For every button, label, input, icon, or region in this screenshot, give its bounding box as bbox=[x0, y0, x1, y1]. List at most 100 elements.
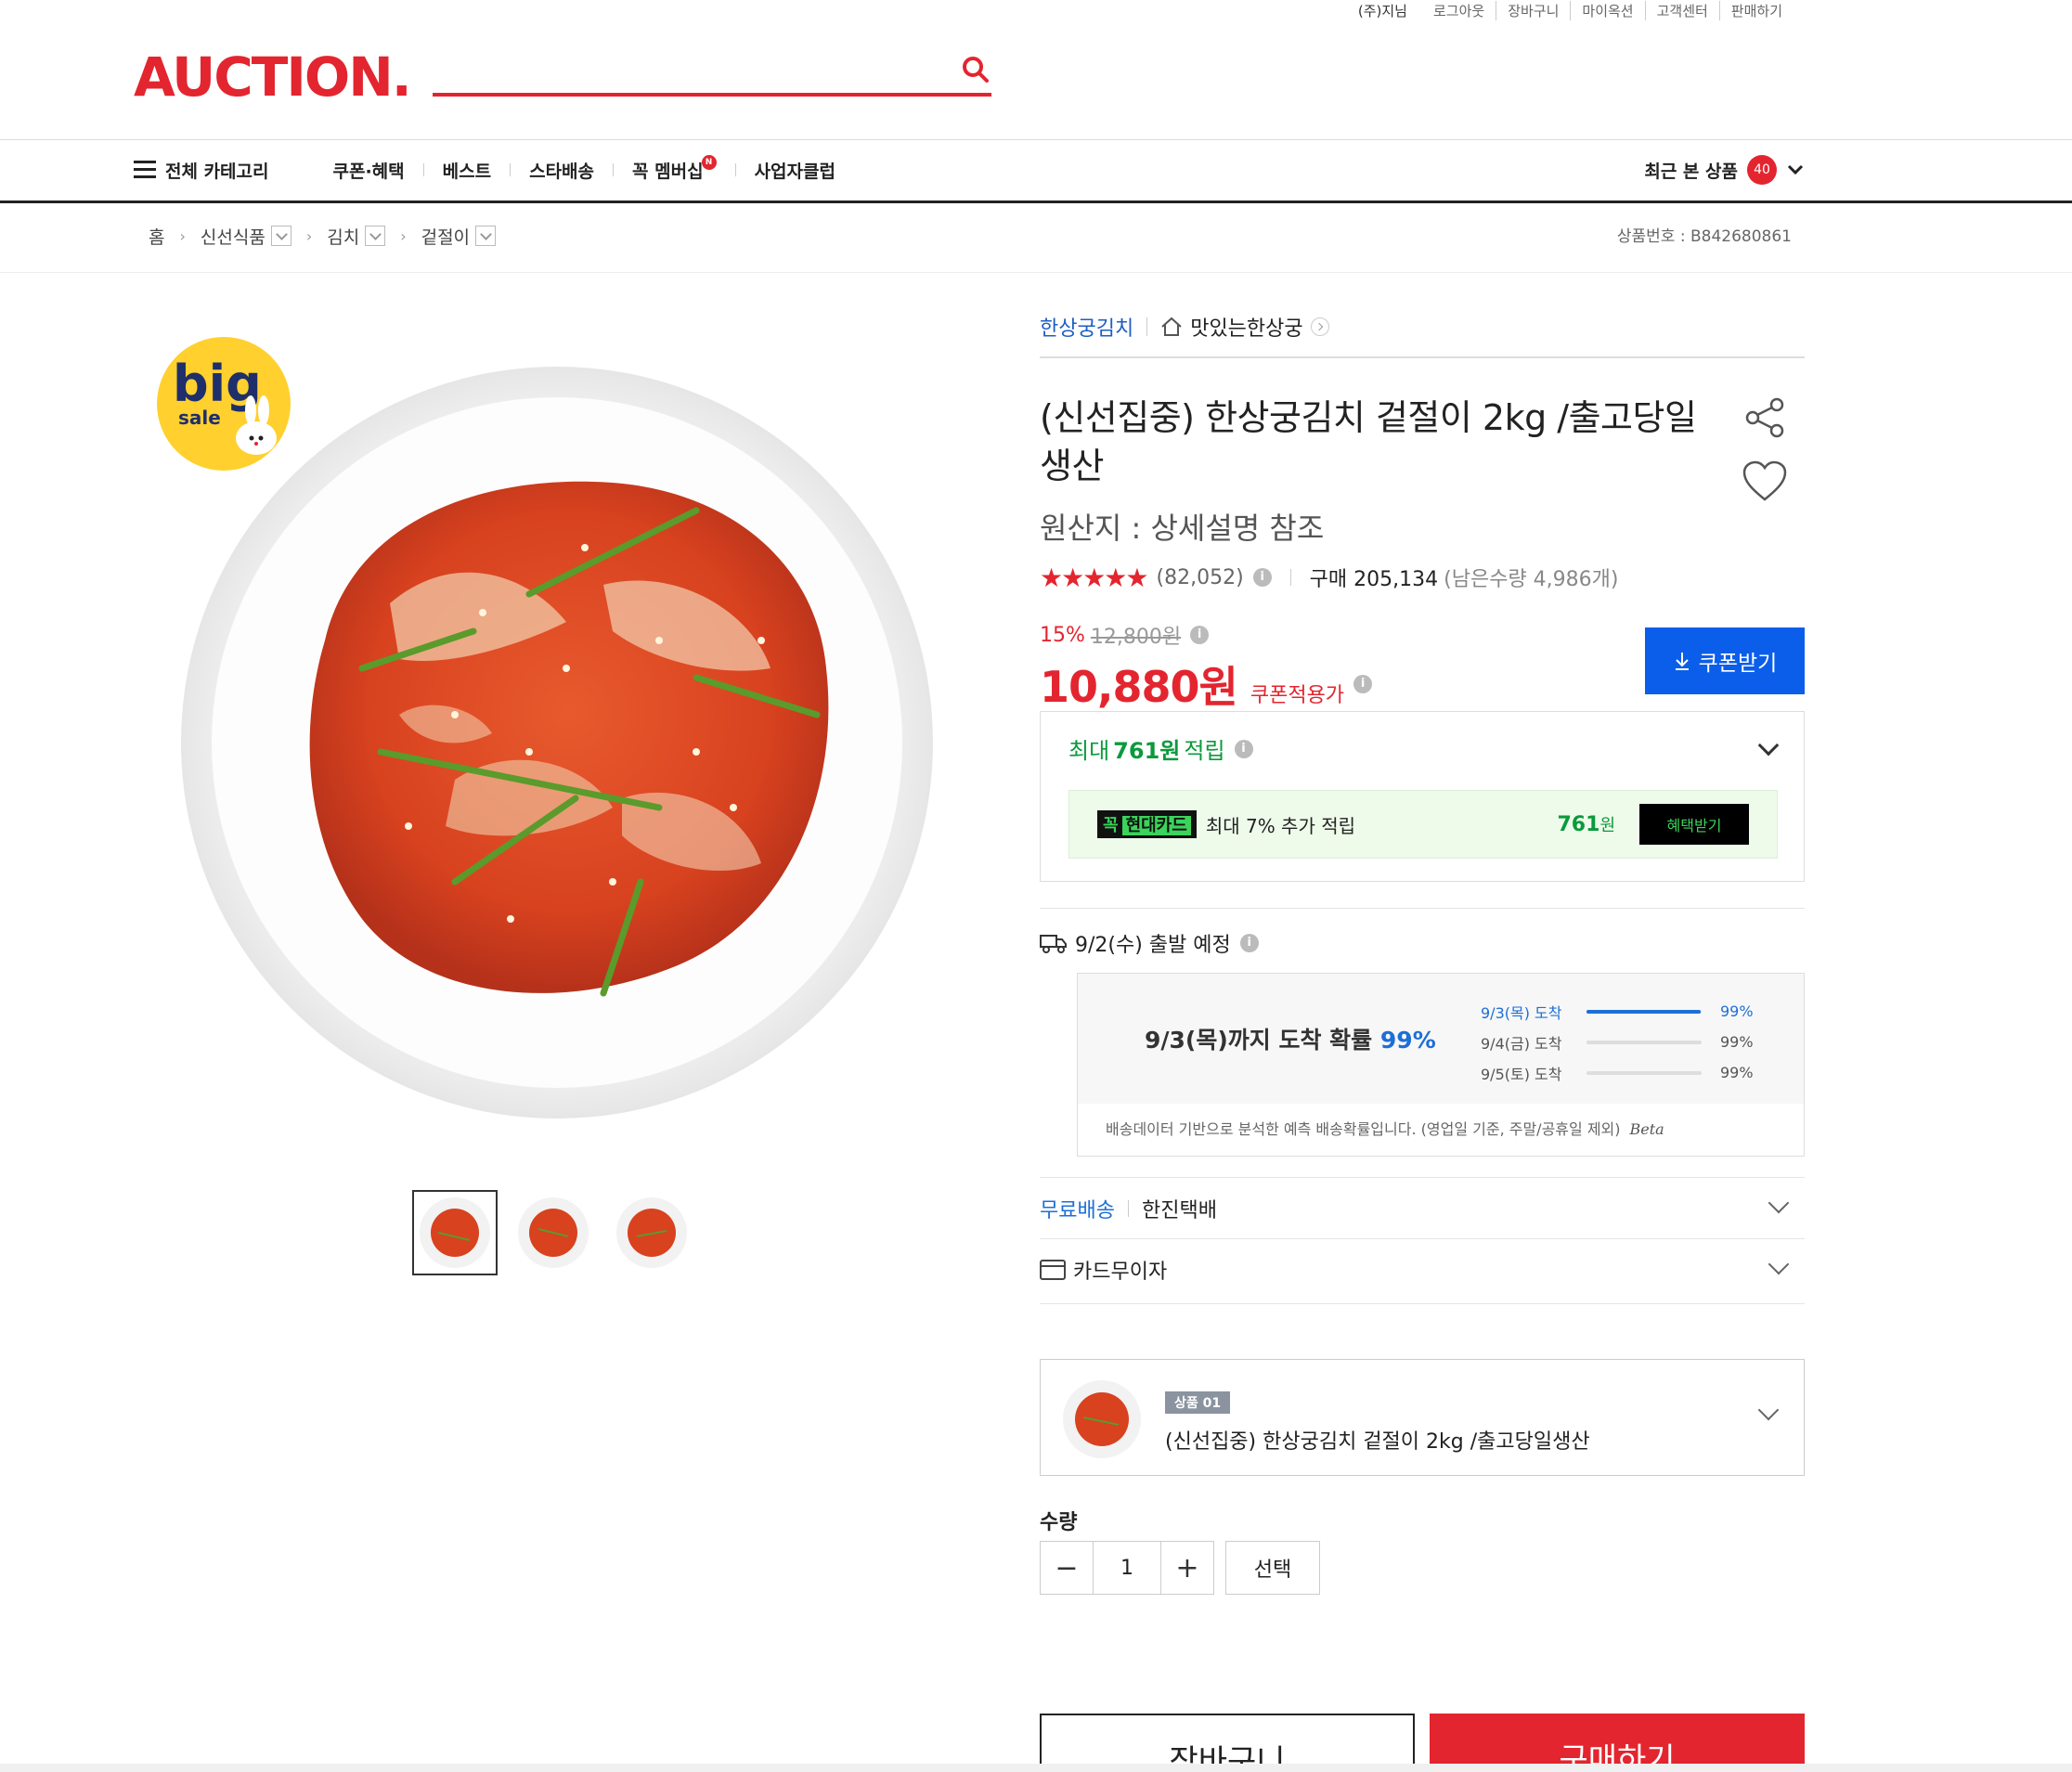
search-input[interactable] bbox=[433, 52, 934, 89]
free-shipping-label: 무료배송 bbox=[1040, 1199, 1115, 1222]
arrival-probability-summary: 9/3(목)까지 도착 확률 99% bbox=[1145, 1022, 1436, 1055]
my-auction-link[interactable]: 마이옥션 bbox=[1570, 0, 1644, 20]
customer-center-link[interactable]: 고객센터 bbox=[1644, 0, 1719, 20]
select-button[interactable]: 선택 bbox=[1225, 1541, 1320, 1595]
points-amount: 761원 bbox=[1113, 738, 1181, 764]
review-count[interactable]: (82,052) bbox=[1157, 566, 1244, 589]
kimchi-thumbnail-image bbox=[616, 1197, 687, 1268]
kimchi-thumbnail-image bbox=[420, 1197, 490, 1268]
arrival-pct: 99% bbox=[1720, 1002, 1754, 1020]
nav-business-club[interactable]: 사업자클럽 bbox=[755, 158, 835, 183]
shipping-row[interactable]: 무료배송 한진택배 bbox=[1040, 1192, 1805, 1223]
card-benefit-amount: 761원 bbox=[1558, 812, 1616, 836]
cart-link[interactable]: 장바구니 bbox=[1496, 0, 1570, 20]
menu-icon bbox=[134, 161, 156, 179]
card-logo-prefix: 꼭 bbox=[1103, 816, 1119, 835]
get-benefit-button[interactable]: 혜택받기 bbox=[1639, 804, 1749, 845]
user-name-link[interactable]: (주)지님 bbox=[1347, 1, 1422, 20]
card-installment-label: 카드무이자 bbox=[1073, 1261, 1168, 1284]
points-box: 최대 761원 적립 i 꼭 현대카드 최대 7% 추가 적립 761원 혜택받기 bbox=[1040, 711, 1805, 882]
logout-link[interactable]: 로그아웃 bbox=[1422, 1, 1496, 20]
probability-bar bbox=[1586, 1070, 1702, 1075]
purchase-count: 구매 205,134 bbox=[1309, 568, 1439, 591]
nav-divider bbox=[613, 163, 615, 176]
probability-value: 99% bbox=[1379, 1027, 1436, 1054]
kimchi-thumbnail-image bbox=[518, 1197, 589, 1268]
card-benefit-row: 꼭 현대카드 최대 7% 추가 적립 761원 혜택받기 bbox=[1068, 790, 1778, 859]
thumbnail-1[interactable] bbox=[412, 1190, 498, 1275]
thumbnail-strip bbox=[412, 1190, 694, 1275]
chevron-right-icon: › bbox=[179, 226, 186, 245]
card-amount-unit: 원 bbox=[1599, 816, 1615, 835]
heart-icon[interactable] bbox=[1742, 460, 1788, 503]
origin-info: 원산지 : 상세설명 참조 bbox=[1040, 511, 1325, 546]
nav-divider-bold bbox=[0, 200, 2072, 203]
all-category-button[interactable]: 전체 카테고리 bbox=[134, 158, 269, 183]
nav-best[interactable]: 베스트 bbox=[443, 158, 491, 183]
breadcrumb-dropdown[interactable] bbox=[475, 226, 497, 246]
truck-icon bbox=[1040, 935, 1067, 953]
points-header[interactable]: 최대 761원 적립 i bbox=[1068, 732, 1253, 765]
product-image[interactable] bbox=[176, 362, 938, 1123]
quantity-stepper: − 1 + 선택 bbox=[1040, 1541, 1320, 1595]
probability-bar bbox=[1586, 1009, 1702, 1014]
rating-row: ★★★★★ (82,052) i 구매 205,134 (남은수량 4,986개… bbox=[1040, 561, 1805, 594]
thumbnail-3[interactable] bbox=[609, 1190, 694, 1275]
thumbnail-2[interactable] bbox=[511, 1190, 596, 1275]
quantity-minus-button[interactable]: − bbox=[1040, 1541, 1094, 1595]
auction-logo[interactable]: AUCTION. bbox=[134, 45, 412, 110]
beta-label: Beta bbox=[1629, 1120, 1664, 1138]
breadcrumb-dropdown[interactable] bbox=[270, 226, 291, 246]
utility-links: (주)지님 로그아웃 장바구니 마이옥션 고객센터 판매하기 bbox=[1347, 0, 1794, 20]
breadcrumb-kimchi[interactable]: 김치 bbox=[327, 224, 359, 249]
nav-star-delivery[interactable]: 스타배송 bbox=[529, 158, 594, 183]
product-info-panel: 한상궁김치 맛있는한상궁 (신선집중) 한상궁김치 겉절이 2kg /출고당일생… bbox=[1040, 306, 1805, 1772]
chevron-right-icon: › bbox=[305, 226, 313, 245]
nav-membership[interactable]: 꼭 멤버십 N bbox=[632, 155, 717, 183]
hyundai-card-logo: 꼭 현대카드 bbox=[1097, 810, 1197, 838]
search-icon[interactable] bbox=[960, 54, 991, 85]
info-icon[interactable]: i bbox=[1239, 934, 1259, 952]
original-price: 12,800원 bbox=[1090, 626, 1182, 649]
info-icon[interactable]: i bbox=[1353, 675, 1373, 693]
chevron-down-icon[interactable] bbox=[1757, 734, 1780, 757]
chevron-down-icon bbox=[1768, 1253, 1790, 1275]
share-icon[interactable] bbox=[1743, 395, 1788, 440]
breadcrumb-divider bbox=[0, 272, 2072, 273]
breadcrumb-fresh-food[interactable]: 신선식품 bbox=[201, 224, 265, 249]
info-icon[interactable]: i bbox=[1190, 626, 1210, 644]
info-icon[interactable]: i bbox=[1252, 568, 1272, 587]
quantity-input[interactable]: 1 bbox=[1094, 1541, 1160, 1595]
discount-percent: 15% bbox=[1040, 623, 1085, 647]
nav-coupon[interactable]: 쿠폰·혜택 bbox=[333, 158, 405, 183]
product-number: 상품번호 : B842680861 bbox=[1616, 227, 1792, 246]
probability-row: 9/3(목) 도착 99% bbox=[1481, 996, 1754, 1027]
bottom-edge bbox=[0, 1764, 2072, 1772]
chevron-down-icon bbox=[1787, 164, 1804, 175]
info-icon[interactable]: i bbox=[1234, 739, 1253, 758]
badge-sale-text: sale bbox=[178, 407, 221, 429]
card-benefit-text: 최대 7% 추가 적립 bbox=[1205, 814, 1356, 837]
departure-row: 9/2(수) 출발 예정 i bbox=[1040, 928, 1259, 958]
selected-option-box[interactable]: 상품 01 (신선집중) 한상궁김치 겉절이 2kg /출고당일생산 bbox=[1040, 1359, 1805, 1476]
store-link[interactable]: 맛있는한상궁 bbox=[1160, 312, 1329, 342]
sell-link[interactable]: 판매하기 bbox=[1718, 0, 1794, 20]
nav-divider bbox=[734, 163, 736, 176]
chevron-right-icon: › bbox=[400, 226, 407, 245]
new-badge: N bbox=[701, 155, 717, 170]
store-name: 맛있는한상궁 bbox=[1190, 317, 1303, 341]
coupon-download-button[interactable]: 쿠폰받기 bbox=[1645, 627, 1805, 694]
global-nav: 전체 카테고리 쿠폰·혜택 베스트 스타배송 꼭 멤버십 N 사업자클럽 bbox=[134, 139, 1805, 200]
all-category-label: 전체 카테고리 bbox=[165, 161, 269, 182]
breadcrumb-home[interactable]: 홈 bbox=[149, 224, 164, 249]
card-installment-row[interactable]: 카드무이자 bbox=[1040, 1253, 1805, 1285]
breadcrumb-dropdown[interactable] bbox=[365, 226, 386, 246]
recent-viewed-button[interactable]: 최근 본 상품 40 bbox=[1644, 139, 1805, 200]
arrival-day: 9/4(금) 도착 bbox=[1481, 1034, 1562, 1053]
arrival-day: 9/5(토) 도착 bbox=[1481, 1065, 1562, 1083]
option-thumbnail-image bbox=[1063, 1380, 1141, 1458]
quantity-plus-button[interactable]: + bbox=[1160, 1541, 1214, 1595]
brand-link[interactable]: 한상궁김치 bbox=[1040, 312, 1133, 342]
breadcrumb-geotjeori[interactable]: 겉절이 bbox=[421, 224, 470, 249]
divider bbox=[1040, 1177, 1805, 1178]
